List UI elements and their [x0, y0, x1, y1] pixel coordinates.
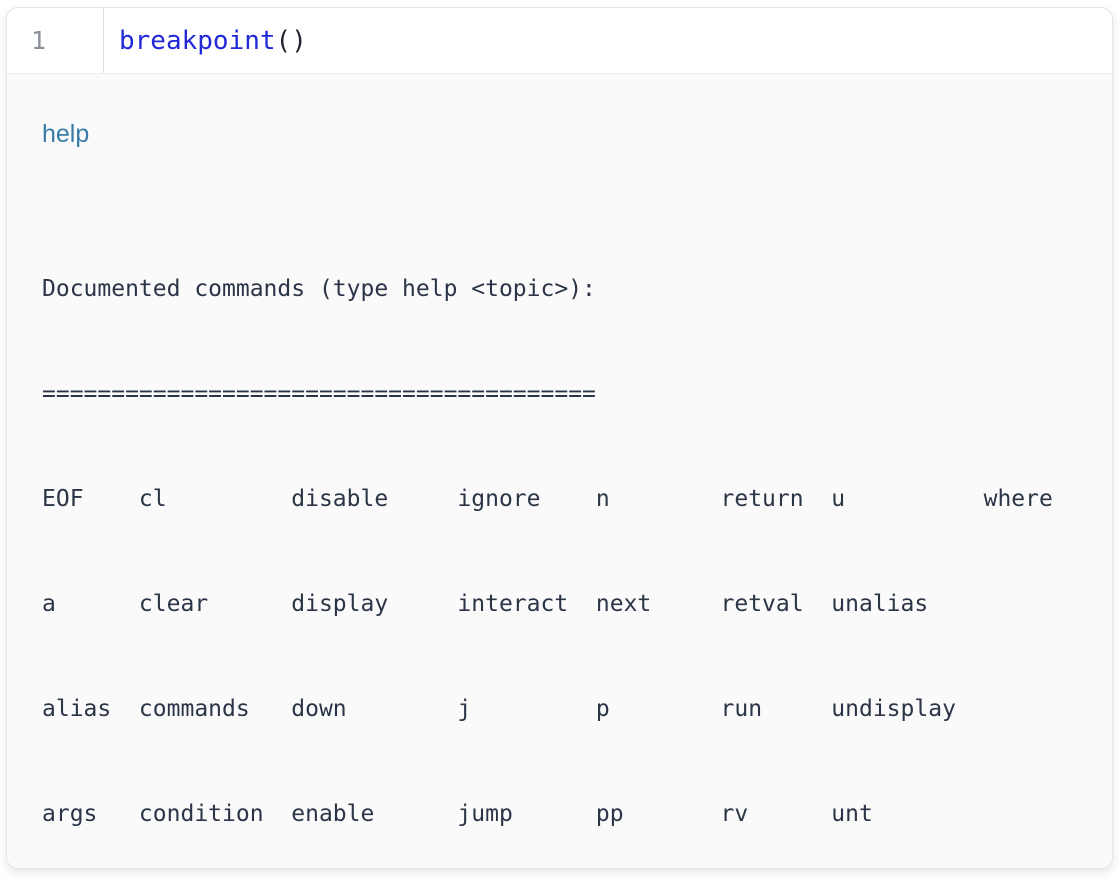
command-row: alias commands down j p run undisplay	[42, 692, 1092, 727]
line-number-gutter: 1	[7, 8, 104, 73]
documented-commands-ruler: ========================================	[42, 377, 1092, 412]
python-runner-widget: 1 breakpoint() help Documented commands …	[6, 7, 1113, 869]
documented-commands-header: Documented commands (type help <topic>):	[42, 272, 1092, 307]
code-parens: ()	[276, 26, 307, 56]
stdin-echo-text: help	[42, 118, 1092, 150]
code-editor[interactable]: 1 breakpoint()	[7, 8, 1112, 74]
command-row: args condition enable jump pp rv unt	[42, 797, 1092, 832]
console-output: help Documented commands (type help <top…	[7, 74, 1112, 869]
code-function-name: breakpoint	[119, 26, 276, 56]
command-row: EOF cl disable ignore n return u where	[42, 482, 1092, 517]
code-line[interactable]: breakpoint()	[104, 26, 307, 56]
command-row: a clear display interact next retval una…	[42, 587, 1092, 622]
pdb-help-output: Documented commands (type help <topic>):…	[42, 202, 1092, 869]
line-number: 1	[31, 26, 46, 55]
